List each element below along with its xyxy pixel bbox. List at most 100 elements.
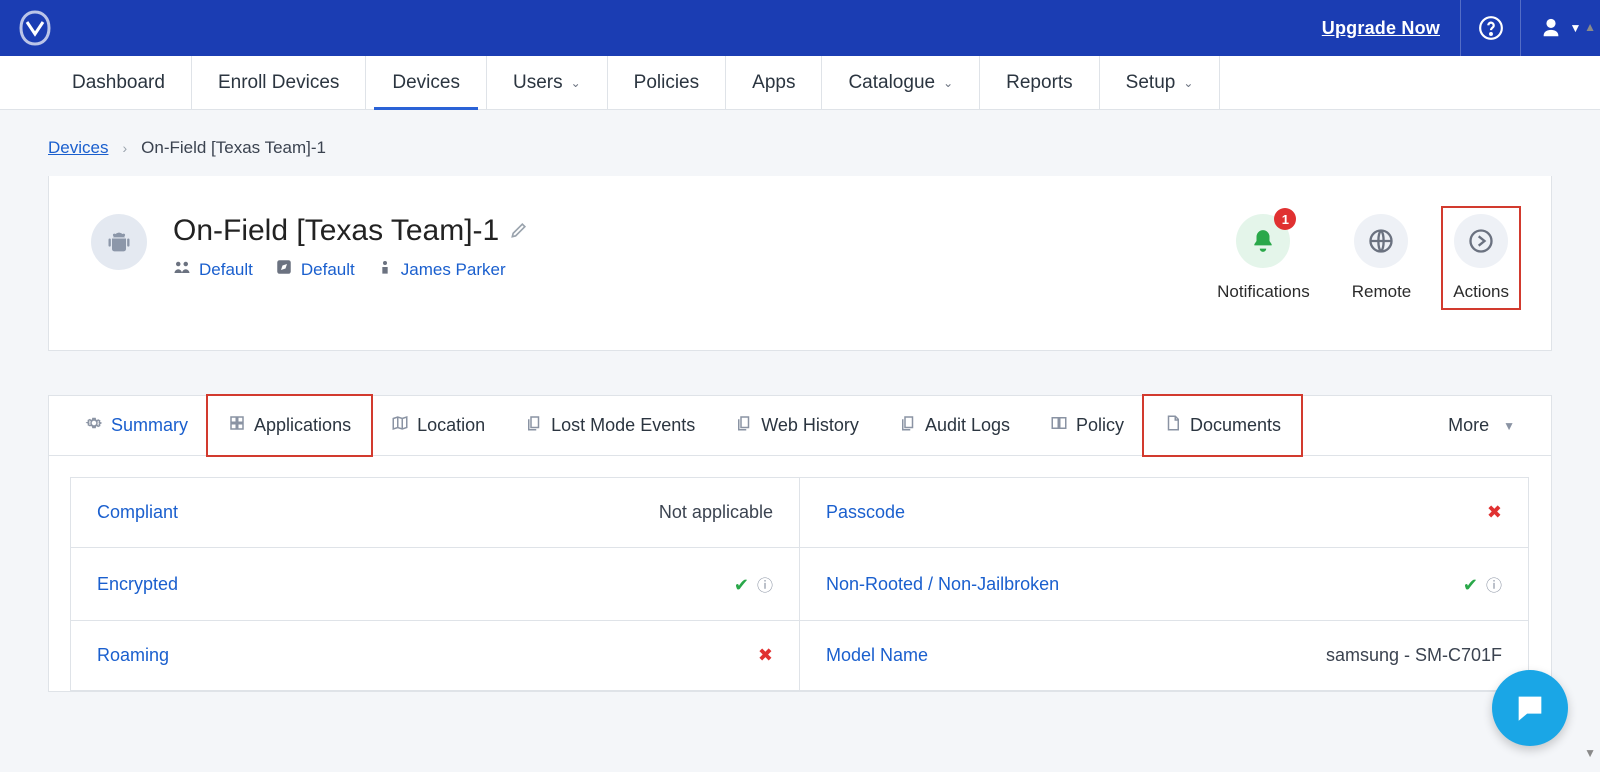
help-button[interactable] [1460, 0, 1520, 56]
tab-label: Applications [254, 415, 351, 436]
upgrade-link[interactable]: Upgrade Now [1302, 0, 1460, 56]
account-menu[interactable]: ▼ [1520, 0, 1600, 56]
tab-documents[interactable]: Documents [1142, 394, 1303, 457]
tab-location[interactable]: Location [371, 396, 505, 455]
nav-item-reports[interactable]: Reports [980, 56, 1100, 109]
summary-cell: Model Namesamsung - SM-C701F [799, 620, 1529, 691]
summary-label[interactable]: Roaming [97, 645, 169, 666]
arrow-circle-icon [1467, 227, 1495, 255]
pencil-icon [509, 220, 529, 240]
summary-label[interactable]: Non-Rooted / Non-Jailbroken [826, 574, 1059, 595]
brand-topbar: Upgrade Now ▼ [0, 0, 1600, 56]
check-icon: ✔ [1463, 575, 1478, 595]
chevron-down-icon: ⌄ [571, 76, 581, 90]
brand-logo [14, 7, 56, 49]
chevron-down-icon: ⌄ [943, 76, 953, 90]
nav-item-enroll-devices[interactable]: Enroll Devices [192, 56, 366, 109]
nav-item-setup[interactable]: Setup⌄ [1100, 56, 1221, 109]
doc-icon [1164, 414, 1182, 437]
info-icon[interactable]: ⓘ [1486, 578, 1502, 595]
summary-label[interactable]: Encrypted [97, 574, 178, 595]
tab-label: Web History [761, 415, 859, 436]
notifications-action[interactable]: 1 Notifications [1217, 214, 1310, 302]
map-icon [391, 414, 409, 437]
summary-status: ✔ⓘ [1463, 572, 1502, 596]
breadcrumb-root[interactable]: Devices [48, 138, 108, 158]
chat-icon [1513, 691, 1547, 725]
nav-item-label: Devices [392, 72, 460, 94]
summary-row: Compliant Not applicable Passcode ✖ [71, 478, 1529, 548]
tab-lost-mode-events[interactable]: Lost Mode Events [505, 396, 715, 455]
summary-status: ✖ [758, 645, 773, 666]
edit-device-name-button[interactable] [509, 214, 529, 248]
summary-value: Not applicable [659, 502, 773, 523]
nav-item-label: Reports [1006, 72, 1073, 94]
nav-item-devices[interactable]: Devices [366, 56, 487, 109]
tab-audit-logs[interactable]: Audit Logs [879, 396, 1030, 455]
device-profile-link[interactable]: Default [275, 258, 355, 281]
cross-icon: ✖ [1487, 502, 1502, 522]
copy-icon [735, 414, 753, 437]
nav-item-dashboard[interactable]: Dashboard [46, 56, 192, 109]
tab-web-history[interactable]: Web History [715, 396, 879, 455]
main-nav: Dashboard Enroll Devices Devices Users ⌄ Poli… [0, 56, 1600, 110]
nav-item-label: Enroll Devices [218, 72, 339, 94]
tab-applications[interactable]: Applications [206, 394, 373, 457]
device-header-panel: On-Field [Texas Team]-1 Default [48, 176, 1552, 351]
chat-fab[interactable] [1492, 670, 1568, 746]
tab-label: More [1448, 415, 1489, 436]
grid-icon [228, 414, 246, 437]
remote-action[interactable]: Remote [1352, 214, 1412, 302]
notifications-badge: 1 [1274, 208, 1296, 230]
nav-item-catalogue[interactable]: Catalogue ⌄ [822, 56, 980, 109]
tab-more[interactable]: More▼ [1428, 397, 1535, 454]
bell-icon [1250, 228, 1276, 254]
summary-label[interactable]: Passcode [826, 502, 905, 523]
info-icon[interactable]: ⓘ [757, 578, 773, 595]
chevron-down-icon: ⌄ [1183, 76, 1193, 90]
tab-policy[interactable]: Policy [1030, 396, 1144, 455]
nav-item-label: Dashboard [72, 72, 165, 94]
globe-icon [1367, 227, 1395, 255]
summary-status: ✖ [1487, 502, 1502, 523]
device-summary: Compliant Not applicable Passcode ✖ Encrypte… [49, 456, 1551, 691]
actions-label: Actions [1453, 282, 1509, 302]
device-name: On-Field [Texas Team]-1 [173, 214, 499, 248]
device-owner-link[interactable]: James Parker [377, 258, 506, 281]
user-icon [1540, 17, 1562, 39]
nav-item-label: Policies [634, 72, 699, 94]
users-group-icon [173, 258, 191, 281]
actions-action[interactable]: Actions [1441, 206, 1521, 310]
summary-row: Roaming ✖ Model Namesamsung - SM-C701F [71, 621, 1529, 691]
device-platform-icon [91, 214, 147, 270]
tab-summary[interactable]: Summary [65, 396, 208, 455]
chevron-right-icon: › [122, 140, 127, 156]
notifications-label: Notifications [1217, 282, 1310, 302]
tab-label: Lost Mode Events [551, 415, 695, 436]
nav-item-policies[interactable]: Policies [608, 56, 726, 109]
nav-item-apps[interactable]: Apps [726, 56, 822, 109]
summary-label[interactable]: Model Name [826, 645, 928, 666]
cross-icon: ✖ [758, 645, 773, 665]
help-icon [1478, 15, 1504, 41]
breadcrumb-current: On-Field [Texas Team]-1 [141, 138, 326, 158]
device-group-link[interactable]: Default [173, 258, 253, 281]
device-tabs-panel: Summary Applications Location Lost Mode Eve… [48, 395, 1552, 692]
profile-edit-icon [275, 258, 293, 281]
nav-item-users[interactable]: Users ⌄ [487, 56, 608, 109]
summary-status: ✔ⓘ [734, 572, 773, 596]
nav-item-label: Users [513, 72, 563, 94]
device-tabs: Summary Applications Location Lost Mode Eve… [49, 396, 1551, 456]
gear-icon [85, 414, 103, 437]
nav-item-label: Catalogue [848, 72, 935, 94]
summary-cell: Non-Rooted / Non-Jailbroken✔ⓘ [799, 547, 1529, 621]
copy-icon [525, 414, 543, 437]
page: Devices › On-Field [Texas Team]-1 On-Fie… [0, 110, 1600, 772]
check-icon: ✔ [734, 575, 749, 595]
book-icon [1050, 414, 1068, 437]
tab-label: Policy [1076, 415, 1124, 436]
remote-label: Remote [1352, 282, 1412, 302]
tab-label: Location [417, 415, 485, 436]
summary-cell: Passcode ✖ [799, 477, 1529, 548]
summary-label[interactable]: Compliant [97, 502, 178, 523]
